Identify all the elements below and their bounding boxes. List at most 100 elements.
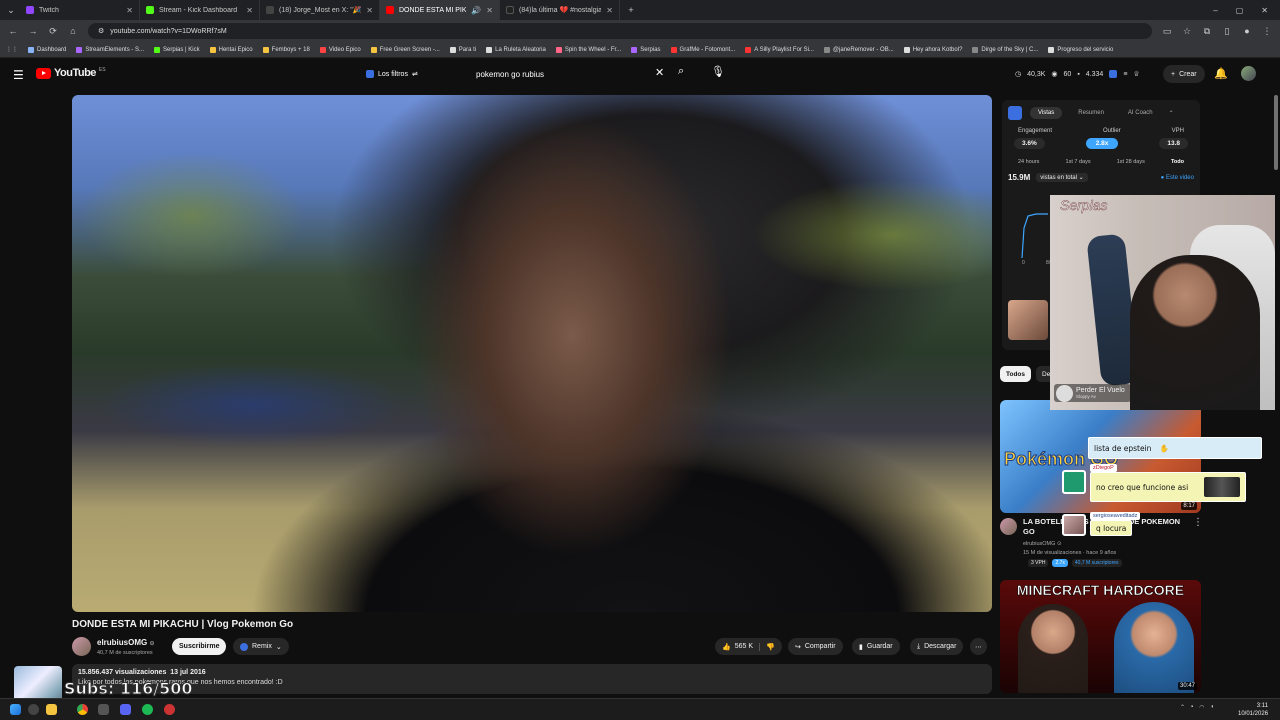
bookmark-item[interactable]: Spin the Wheel - Fr...: [555, 46, 621, 53]
taskbar-clock[interactable]: 3:11 10/01/2026: [1238, 702, 1268, 719]
tab-vistas[interactable]: Vistas: [1030, 107, 1063, 119]
bookmark-item[interactable]: Serpias: [631, 46, 661, 53]
more-actions-button[interactable]: ⋯: [970, 638, 987, 655]
rec-channel-avatar[interactable]: [1000, 518, 1017, 535]
related-thumbnail-small[interactable]: [1008, 300, 1048, 340]
bookmark-item[interactable]: Hentai Epico: [209, 46, 253, 53]
video-player[interactable]: [72, 95, 992, 612]
download-button[interactable]: ⤓ Descargar: [910, 638, 964, 655]
wifi-icon[interactable]: ◠: [1199, 704, 1204, 711]
tab-ai-coach[interactable]: AI Coach: [1120, 107, 1161, 119]
notifications-bell-icon[interactable]: 🔔: [1214, 67, 1228, 80]
search-icon[interactable]: ⌕: [678, 65, 684, 78]
browser-menu-icon[interactable]: ⋮: [1262, 26, 1272, 37]
new-tab-button[interactable]: +: [626, 5, 636, 15]
chevron-up-icon[interactable]: ⌃: [1169, 110, 1174, 117]
browser-tab-twitch[interactable]: Twitch ✕: [20, 0, 140, 20]
chip-todos[interactable]: Todos: [1000, 366, 1032, 382]
profile-icon[interactable]: ●: [1242, 26, 1252, 36]
windows-start-icon[interactable]: [10, 704, 21, 715]
cast-icon[interactable]: ▭: [1162, 26, 1172, 37]
bookmark-item[interactable]: @janeRemover - OB...: [823, 46, 894, 53]
rec-channel-1[interactable]: elrubiusOMG ⊙: [1023, 541, 1062, 547]
apps-icon[interactable]: ⋮⋮: [6, 46, 18, 53]
trophy-icon[interactable]: ♕: [1133, 70, 1139, 78]
menu-icon[interactable]: ☰: [13, 68, 24, 82]
close-icon[interactable]: ✕: [246, 6, 253, 15]
close-icon[interactable]: ✕: [366, 6, 373, 15]
rec-more-icon[interactable]: ⋮: [1193, 517, 1203, 528]
bookmark-item[interactable]: A Silly Playlist For Si...: [745, 46, 814, 53]
volume-icon[interactable]: ◖: [1210, 704, 1214, 711]
list-icon[interactable]: ≡: [1123, 71, 1127, 78]
back-icon[interactable]: ←: [8, 26, 18, 36]
search-input[interactable]: pokemon go rubius: [468, 65, 671, 83]
search-icon[interactable]: [28, 704, 39, 715]
close-icon[interactable]: ✕: [126, 6, 133, 15]
save-button[interactable]: ▮ Guardar: [852, 638, 900, 655]
scope-toggle[interactable]: ● Este video: [1161, 175, 1194, 181]
bookmark-item[interactable]: Dashboard: [28, 46, 66, 53]
bookmark-item[interactable]: Dirge of the Sky | C...: [972, 46, 1038, 53]
site-info-icon[interactable]: ⚙: [98, 27, 104, 35]
extension-badge-icon[interactable]: [1109, 70, 1118, 78]
browser-tab-youtube[interactable]: DONDE ESTA MI PIKACHU🔊✕: [380, 0, 500, 20]
like-button[interactable]: 👍 565 K: [722, 643, 753, 651]
extensions-icon[interactable]: ⧉: [1202, 26, 1212, 37]
file-explorer-icon[interactable]: [46, 704, 57, 715]
discord-icon[interactable]: [120, 704, 131, 715]
bookmark-item[interactable]: Progreso del servicio: [1048, 46, 1113, 53]
tab-search-icon[interactable]: ⌄: [6, 5, 16, 16]
bookmark-item[interactable]: GrafMe - Fotomont...: [670, 46, 735, 53]
browser-tab-tiktok[interactable]: (84)la última 💔 #nostalgia #f ✕: [500, 0, 620, 20]
bookmark-star-icon[interactable]: ☆: [1182, 26, 1192, 37]
youtube-logo[interactable]: YouTube ES: [36, 67, 106, 79]
bookmark-item[interactable]: Free Green Screen -...: [370, 46, 440, 53]
reload-icon[interactable]: ⟳: [48, 26, 58, 37]
channel-name[interactable]: elrubiusOMG ⊙: [97, 638, 155, 647]
page-scrollbar[interactable]: [1274, 95, 1278, 170]
share-button[interactable]: ↪ Compartir: [788, 638, 843, 655]
channel-avatar[interactable]: [72, 637, 91, 656]
tray-chevron-icon[interactable]: ⌃: [1180, 704, 1185, 711]
dislike-button[interactable]: 👎: [759, 642, 775, 651]
url-field[interactable]: ⚙ youtube.com/watch?v=1DWoRRf7sM: [88, 23, 1152, 39]
tab-resumen[interactable]: Resumen: [1070, 107, 1112, 119]
range-24h[interactable]: 24 hours: [1018, 159, 1039, 165]
maximize-button[interactable]: ▢: [1236, 6, 1244, 15]
clear-search-icon[interactable]: ✕: [655, 66, 664, 79]
bookmark-item[interactable]: Serpias | Kick: [154, 46, 200, 53]
total-views-dropdown[interactable]: vistas en total ⌄: [1036, 173, 1088, 182]
home-icon[interactable]: ⌂: [68, 26, 78, 36]
range-28d[interactable]: 1st 28 days: [1117, 159, 1145, 165]
minimize-button[interactable]: –: [1213, 6, 1217, 15]
app-icon[interactable]: [164, 704, 175, 715]
filters-button[interactable]: Los filtros ⇌: [366, 66, 418, 82]
tray-app-icon[interactable]: ▪: [1191, 704, 1193, 711]
bookmark-item[interactable]: La Ruleta Aleatoria: [486, 46, 546, 53]
microphone-icon[interactable]: 🎙: [711, 65, 725, 78]
bookmark-item[interactable]: Video Epico: [319, 46, 361, 53]
create-button[interactable]: + Crear: [1163, 65, 1205, 83]
sidebar-icon[interactable]: ▯: [1222, 26, 1232, 37]
spotify-icon[interactable]: [142, 704, 153, 715]
bookmark-item[interactable]: Para ti: [449, 46, 476, 53]
rec-thumbnail-2[interactable]: MINECRAFT HARDCORE 30:47: [1000, 580, 1201, 693]
account-avatar[interactable]: [1241, 66, 1256, 81]
bookmark-item[interactable]: Femboys + 18: [262, 46, 310, 53]
window-close-button[interactable]: ✕: [1261, 6, 1268, 15]
chrome-icon[interactable]: [77, 704, 88, 715]
bookmark-item[interactable]: Hey ahora Kotbol?: [903, 46, 962, 53]
obs-icon[interactable]: [98, 704, 109, 715]
browser-tab-kick[interactable]: Stream - Kick Dashboard ✕: [140, 0, 260, 20]
remix-button[interactable]: Remix ⌄: [233, 638, 289, 655]
description-box[interactable]: 15.856.437 visualizaciones 13 jul 2016 L…: [72, 664, 992, 694]
close-icon[interactable]: ✕: [486, 6, 493, 15]
bookmark-item[interactable]: StreamElements - S...: [76, 46, 144, 53]
subscribe-button[interactable]: Suscribirme: [172, 638, 227, 655]
range-7d[interactable]: 1st 7 days: [1066, 159, 1091, 165]
speaker-icon[interactable]: 🔊: [471, 6, 481, 15]
range-todo[interactable]: Todo: [1171, 159, 1184, 165]
browser-tab-x[interactable]: (18) Jorge_Most en X: "🎉 CCU✕: [260, 0, 380, 20]
close-icon[interactable]: ✕: [606, 6, 613, 15]
